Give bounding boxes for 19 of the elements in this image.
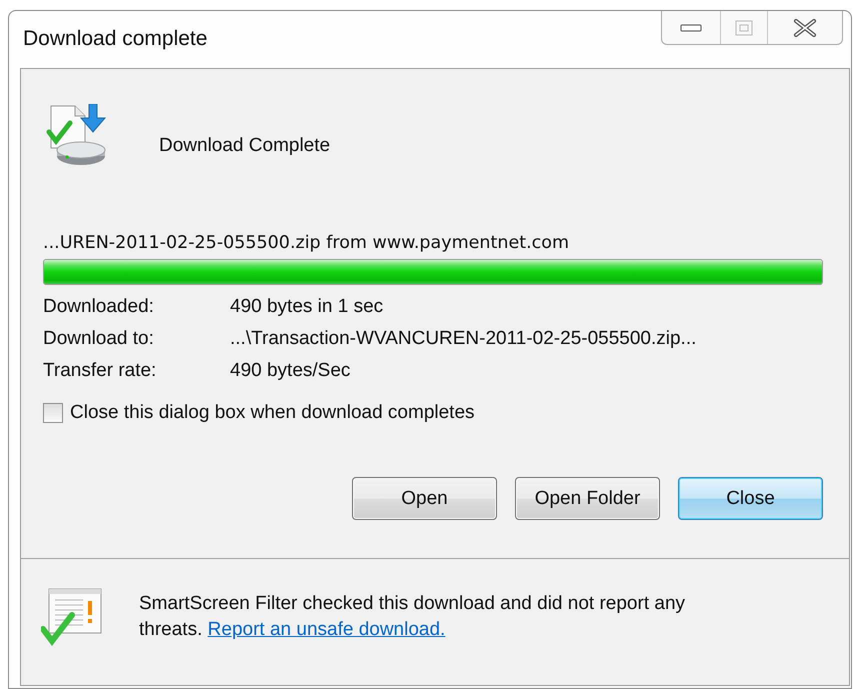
- maximize-icon: [735, 20, 753, 36]
- source-file-text: ...UREN-2011-02-25-055500.zip from www.paymentnet.com: [43, 233, 570, 253]
- detail-value: 490 bytes in 1 sec: [230, 295, 384, 319]
- detail-value: ...\Transaction-WVANCUREN-2011-02-25-055500.zip...: [230, 327, 698, 351]
- minimize-icon: [680, 22, 702, 32]
- dialog-button[interactable]: Open Folder: [515, 477, 660, 520]
- window-title: Download complete: [23, 27, 208, 51]
- detail-value: 490 bytes/Sec: [230, 359, 352, 383]
- dialog-button[interactable]: Open: [352, 477, 497, 520]
- detail-label: Transfer rate:: [43, 359, 158, 383]
- close-icon: [793, 18, 817, 36]
- detail-label: Downloaded:: [43, 295, 155, 319]
- smartscreen-message: SmartScreen Filter checked this download and did not report any threats. Report an unsafe download.: [139, 592, 686, 642]
- checkbox[interactable]: [43, 403, 63, 423]
- report-link[interactable]: Report an unsafe download.: [208, 619, 446, 640]
- detail-label: Download to:: [43, 327, 155, 351]
- status-heading: Download Complete: [159, 135, 330, 157]
- checkbox-label: Close this dialog box when download completes: [70, 401, 475, 425]
- dialog-button[interactable]: Close: [678, 477, 823, 520]
